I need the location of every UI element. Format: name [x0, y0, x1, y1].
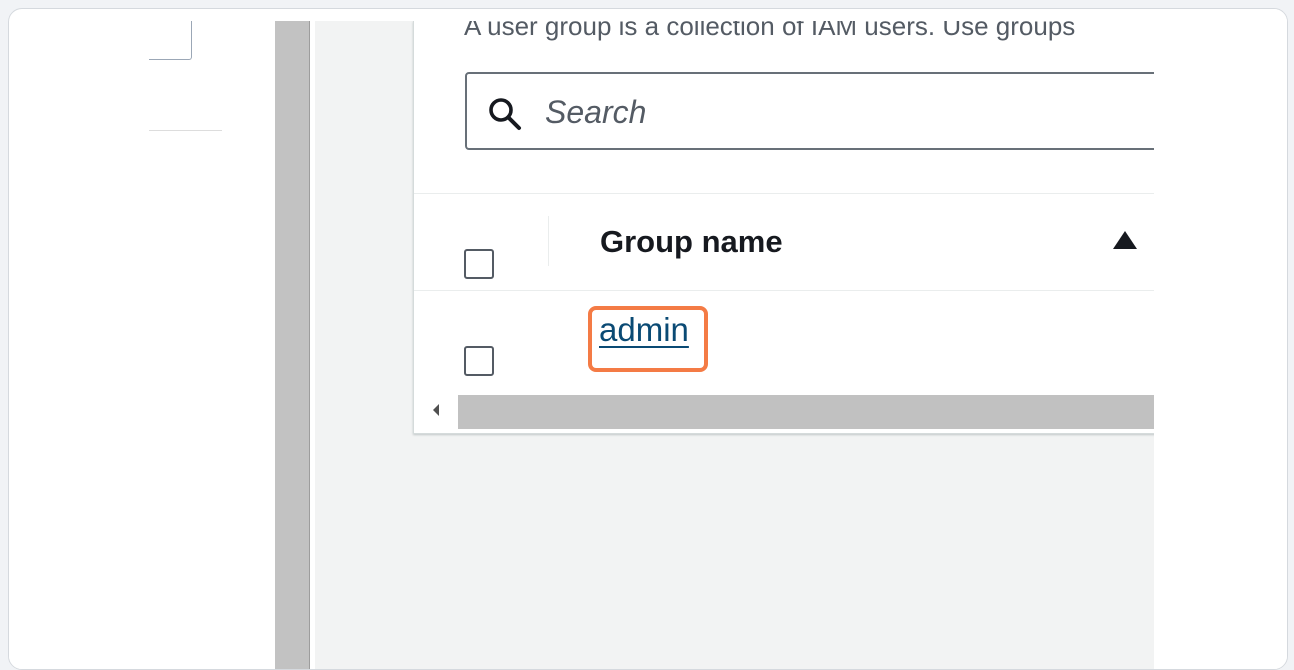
search-icon	[489, 98, 521, 130]
nav-item-box	[149, 21, 192, 60]
browser-viewport: A user group is a collection of IAM user…	[9, 21, 1154, 669]
table-row: admin	[414, 291, 1154, 391]
group-name-link[interactable]: admin	[599, 311, 689, 349]
user-groups-panel: A user group is a collection of IAM user…	[413, 21, 1154, 434]
table-header-row: Group name	[414, 194, 1154, 291]
scroll-left-arrow-icon[interactable]	[430, 401, 442, 419]
horizontal-scrollbar[interactable]	[424, 391, 1154, 429]
panel-description: A user group is a collection of IAM user…	[464, 21, 1076, 41]
search-input[interactable]	[545, 90, 1145, 134]
vertical-scrollbar-track[interactable]	[275, 21, 309, 669]
header-separator	[548, 216, 549, 266]
search-box[interactable]	[465, 72, 1154, 150]
screenshot-frame: A user group is a collection of IAM user…	[8, 8, 1288, 670]
nav-divider	[149, 130, 222, 131]
sort-up-triangle-icon[interactable]	[1112, 230, 1138, 250]
horizontal-scrollbar-thumb[interactable]	[458, 395, 1154, 429]
column-header-group-name[interactable]: Group name	[600, 224, 783, 260]
row-checkbox[interactable]	[464, 346, 494, 376]
select-all-checkbox[interactable]	[464, 249, 494, 279]
scrollbar-edge-line	[309, 21, 310, 669]
right-blank-area	[1154, 9, 1287, 669]
